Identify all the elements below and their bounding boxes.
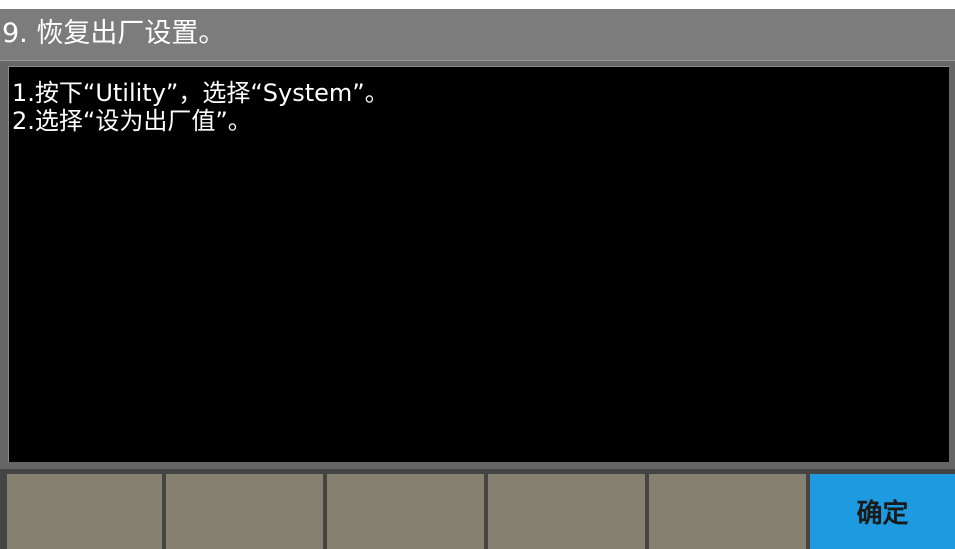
instruction-line-1: 1.按下“Utility”，选择“System”。 — [12, 79, 389, 107]
softkey-3[interactable] — [327, 474, 484, 549]
softkey-5[interactable] — [649, 474, 806, 549]
page-title: 9. 恢复出厂设置。 — [2, 18, 226, 49]
softkey-bar: 确定 — [0, 469, 955, 549]
content-area: 1.按下“Utility”，选择“System”。 2.选择“设为出厂值”。 — [8, 66, 949, 462]
softkey-2[interactable] — [166, 474, 323, 549]
instruction-line-2: 2.选择“设为出厂值”。 — [12, 107, 252, 135]
instrument-screen: 9. 恢复出厂设置。 1.按下“Utility”，选择“System”。 2.选… — [0, 9, 955, 549]
title-bar: 9. 恢复出厂设置。 — [0, 9, 955, 61]
softkey-1[interactable] — [7, 474, 162, 549]
softkey-4[interactable] — [488, 474, 645, 549]
confirm-button[interactable]: 确定 — [810, 474, 955, 549]
